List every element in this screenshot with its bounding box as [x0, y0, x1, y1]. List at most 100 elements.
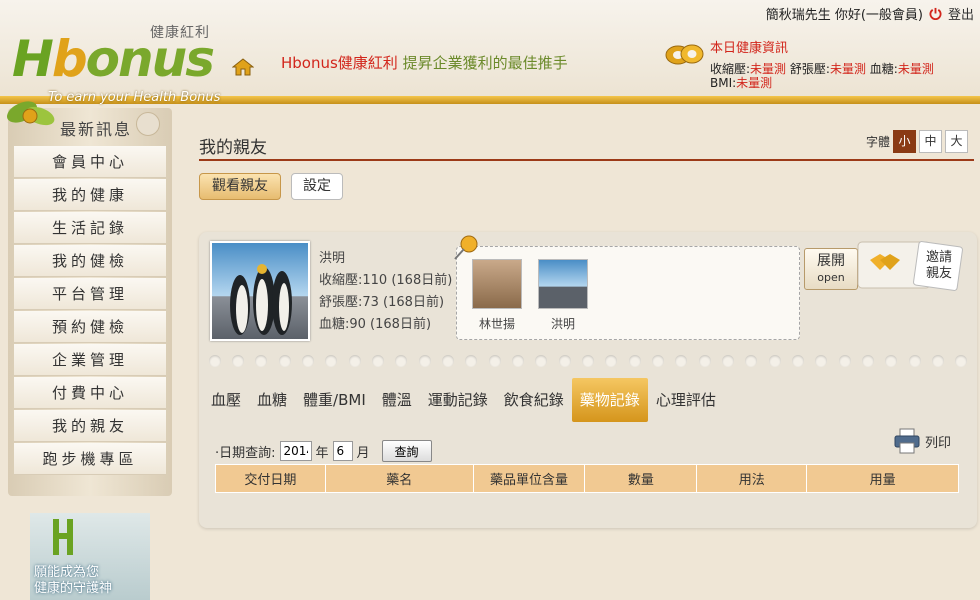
health-info-title: 本日健康資訊: [710, 41, 789, 56]
col-delivery-date: 交付日期: [215, 464, 326, 493]
friend-avatar[interactable]: [472, 259, 522, 309]
sidebar-item-member-center[interactable]: 會員中心: [14, 146, 166, 178]
sidebar-item-my-friends[interactable]: 我的親友: [14, 410, 166, 442]
bmi-value: 未量測: [736, 76, 773, 90]
sidebar-item-my-checkup[interactable]: 我的健檢: [14, 245, 166, 277]
leaf-icon: [7, 101, 55, 126]
sidebar: 最新訊息 會員中心 我的健康 生活記錄 我的健檢 平台管理 預約健檢 企業管理 …: [7, 101, 172, 496]
bmi-label: BMI:: [710, 76, 737, 90]
site-logo[interactable]: 健康紅利 Hbonus: [8, 10, 258, 100]
power-icon[interactable]: [929, 7, 942, 20]
font-size-medium-button[interactable]: 中: [919, 130, 943, 153]
friend-avatar[interactable]: [538, 259, 588, 309]
perforation-divider: [199, 352, 977, 370]
print-button[interactable]: 列印: [893, 428, 951, 454]
slogan-rest: 提昇企業獲利的最佳推手: [402, 54, 568, 72]
invite-label: 邀請親友: [925, 250, 952, 281]
hospital-logo-icon: [53, 519, 73, 555]
sidebar-item-book-checkup[interactable]: 預約健檢: [14, 311, 166, 343]
expand-label-en: open: [817, 271, 845, 284]
tab-blood-sugar[interactable]: 血糖: [249, 378, 295, 422]
query-label: ·日期查詢:: [215, 445, 276, 461]
coins-icon: [665, 44, 704, 65]
col-dosage: 用量: [806, 464, 959, 493]
profile-photo: [210, 241, 310, 341]
tab-medication[interactable]: 藥物記錄: [571, 378, 648, 422]
view-friends-button[interactable]: 觀看親友: [199, 173, 281, 200]
friend-name[interactable]: 洪明: [551, 317, 575, 331]
site-header: 健康紅利 Hbonus Hbonus健康紅利 提昇企業獲利的最佳推手 簡秋瑞先生…: [0, 0, 980, 100]
logo-wordmark: Hbonus: [12, 30, 215, 88]
tab-psych-assessment[interactable]: 心理評估: [648, 378, 724, 422]
date-query: ·日期查詢: 年 月 查詢: [215, 440, 432, 462]
invite-friends-button[interactable]: 邀請親友: [856, 238, 966, 296]
diastolic-value: 未量測: [829, 62, 866, 76]
sugar-value: 未量測: [897, 62, 934, 76]
year-input[interactable]: [279, 441, 312, 461]
friends-list-box: 林世揚 洪明: [454, 235, 800, 340]
friend-item[interactable]: 洪明: [533, 259, 593, 332]
systolic-value: 未量測: [750, 62, 787, 76]
col-quantity: 數量: [584, 464, 698, 493]
tab-diet[interactable]: 飲食紀錄: [496, 378, 572, 422]
profile-diastolic: 舒張壓:73 (168日前): [319, 295, 445, 310]
home-icon[interactable]: [232, 58, 254, 76]
ad-text: 願能成為您 健康的守護神: [34, 565, 112, 597]
settings-button[interactable]: 設定: [291, 173, 343, 200]
sidebar-item-enterprise-admin[interactable]: 企業管理: [14, 344, 166, 376]
table-header-row: 交付日期 藥名 藥品單位含量 數量 用法 用量: [215, 464, 959, 493]
logo-tagline: To earn your Health Bonus: [48, 90, 221, 105]
sidebar-menu: 會員中心 我的健康 生活記錄 我的健檢 平台管理 預約健檢 企業管理 付費中心 …: [14, 146, 166, 476]
month-input[interactable]: [332, 441, 353, 461]
penguin-image: [230, 264, 292, 335]
profile-info: 洪明 收縮壓:110 (168日前) 舒張壓:73 (168日前) 血糖:90 …: [319, 248, 452, 336]
systolic-label: 收縮壓:: [710, 62, 751, 76]
medication-records-table: 交付日期 藥名 藥品單位含量 數量 用法 用量: [215, 464, 959, 493]
ad-text-line2: 健康的守護神: [34, 581, 113, 596]
font-size-small-button[interactable]: 小: [893, 130, 917, 153]
print-label: 列印: [925, 435, 952, 451]
sidebar-item-my-health[interactable]: 我的健康: [14, 179, 166, 211]
font-size-control: 字體 小 中 大: [866, 130, 969, 153]
sidebar-item-platform-admin[interactable]: 平台管理: [14, 278, 166, 310]
health-info-values: 收縮壓:未量測 舒張壓:未量測 血糖:未量測 BMI:未量測: [710, 62, 960, 90]
ad-text-line1: 願能成為您: [34, 565, 100, 580]
month-unit: 月: [356, 445, 370, 461]
diastolic-label: 舒張壓:: [789, 62, 830, 76]
logout-link[interactable]: 登出: [948, 4, 974, 23]
sidebar-item-treadmill[interactable]: 跑步機專區: [14, 443, 166, 475]
sidebar-news-header[interactable]: 最新訊息: [7, 101, 172, 146]
user-greeting: 簡秋瑞先生 你好(一般會員): [765, 8, 923, 23]
sidebar-item-payment-center[interactable]: 付費中心: [14, 377, 166, 409]
col-drug-name: 藥名: [324, 464, 474, 493]
profile-name: 洪明: [319, 251, 346, 266]
hospital-ad-banner[interactable]: 願能成為您 健康的守護神: [30, 513, 150, 600]
tab-blood-pressure[interactable]: 血壓: [203, 378, 249, 422]
expand-label: 展開: [817, 253, 845, 269]
tab-exercise[interactable]: 運動記錄: [420, 378, 496, 422]
friend-item[interactable]: 林世揚: [467, 259, 527, 332]
sidebar-item-life-records[interactable]: 生活記錄: [14, 212, 166, 244]
record-tabs: 血壓 血糖 體重/BMI 體溫 運動記錄 飲食紀錄 藥物記錄 心理評估: [199, 378, 977, 422]
font-size-large-button[interactable]: 大: [945, 130, 969, 153]
tab-temperature[interactable]: 體溫: [374, 378, 420, 422]
expand-button[interactable]: 展開 open: [804, 248, 858, 290]
page-title: 我的親友: [199, 138, 267, 158]
title-divider: [199, 159, 974, 161]
font-size-label: 字體: [866, 135, 891, 149]
slogan: Hbonus健康紅利 提昇企業獲利的最佳推手: [281, 52, 568, 73]
friend-name[interactable]: 林世揚: [479, 317, 515, 331]
sugar-label: 血糖:: [869, 62, 898, 76]
profile-systolic: 收縮壓:110 (168日前): [319, 273, 453, 288]
user-bar: 簡秋瑞先生 你好(一般會員) 登出: [766, 4, 974, 23]
sidebar-header-label: 最新訊息: [60, 120, 133, 139]
tab-weight-bmi[interactable]: 體重/BMI: [295, 378, 374, 422]
chat-icon[interactable]: [136, 112, 160, 136]
slogan-brand: Hbonus健康紅利: [281, 54, 398, 72]
profile-sugar: 血糖:90 (168日前): [319, 317, 432, 332]
printer-icon: [894, 428, 920, 454]
friend-card: 洪明 收縮壓:110 (168日前) 舒張壓:73 (168日前) 血糖:90 …: [199, 232, 977, 528]
query-button[interactable]: 查詢: [381, 440, 432, 462]
year-unit: 年: [315, 445, 329, 461]
col-unit-content: 藥品單位含量: [472, 464, 586, 493]
